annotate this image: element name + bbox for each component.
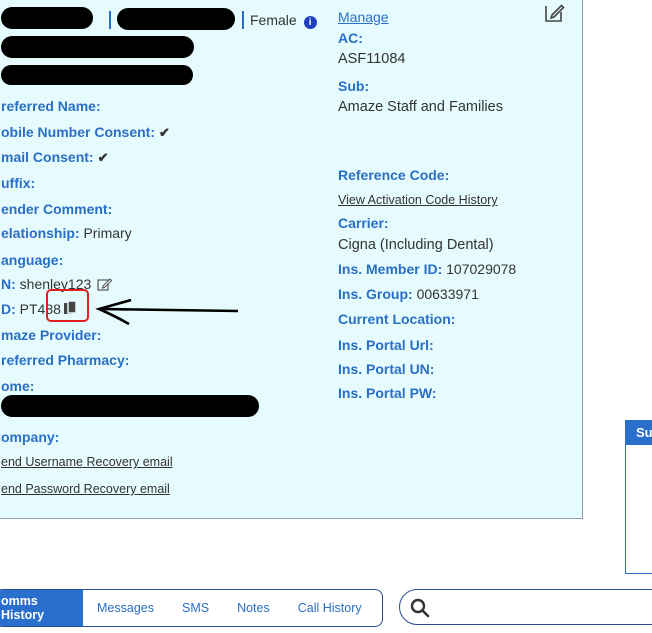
email-consent-text: mail Consent: <box>1 149 94 165</box>
header-separator <box>242 11 244 29</box>
manage-link[interactable]: Manage <box>338 9 389 25</box>
gender-comment-label: ender Comment: <box>1 201 113 217</box>
ac-value: ASF11084 <box>338 51 406 67</box>
current-location-label: Current Location: <box>338 311 456 327</box>
tab-messages[interactable]: Messages <box>83 590 168 626</box>
redacted-name-1 <box>1 7 93 29</box>
relationship-label: elationship: Primary <box>1 225 132 241</box>
redacted-email <box>1 65 193 85</box>
side-panel-title: Su <box>626 421 652 445</box>
comms-tab-bar: omms History Messages SMS Notes Call His… <box>0 589 383 627</box>
group-value: 00633971 <box>416 286 479 302</box>
reference-code-label: Reference Code: <box>338 167 450 183</box>
redacted-contact <box>1 36 194 58</box>
search-box[interactable] <box>399 589 652 625</box>
group-row: Ins. Group: 00633971 <box>338 286 479 302</box>
language-label: anguage: <box>1 252 64 268</box>
send-username-recovery-link[interactable]: end Username Recovery email <box>1 455 173 469</box>
id-label: D: <box>1 301 16 317</box>
mobile-consent-text: obile Number Consent: <box>1 124 156 140</box>
group-label: Ins. Group: <box>338 286 413 302</box>
check-icon: ✔ <box>159 125 170 140</box>
member-id-label: Ins. Member ID: <box>338 261 443 277</box>
relationship-text: elationship: <box>1 225 80 241</box>
check-icon: ✔ <box>97 150 109 165</box>
gender-label: Female i <box>250 12 317 29</box>
carrier-value: Cigna (Including Dental) <box>338 237 494 253</box>
send-password-recovery-link[interactable]: end Password Recovery email <box>1 482 170 496</box>
portal-pw-label: Ins. Portal PW: <box>338 385 437 401</box>
arrow-annotation <box>95 298 239 326</box>
side-panel: Su <box>625 420 652 574</box>
portal-un-label: Ins. Portal UN: <box>338 361 435 377</box>
edit-icon[interactable] <box>543 1 565 23</box>
mobile-consent-label: obile Number Consent: ✔ <box>1 124 170 141</box>
tab-notes[interactable]: Notes <box>223 590 284 626</box>
tab-sms[interactable]: SMS <box>168 590 223 626</box>
carrier-label: Carrier: <box>338 215 389 231</box>
patient-details-panel: Female i referred Name: obile Number Con… <box>0 0 583 519</box>
sub-label: Sub: <box>338 78 370 94</box>
tab-comms-history[interactable]: omms History <box>0 590 83 626</box>
info-icon[interactable]: i <box>303 16 317 29</box>
amaze-provider-label: maze Provider: <box>1 327 102 343</box>
member-id-value: 107029078 <box>446 261 517 277</box>
username-label: N: <box>1 276 16 292</box>
portal-url-label: Ins. Portal Url: <box>338 337 434 353</box>
view-activation-history-link[interactable]: View Activation Code History <box>338 193 498 207</box>
suffix-label: uffix: <box>1 175 36 191</box>
relationship-value: Primary <box>83 225 132 241</box>
header-separator <box>109 11 111 29</box>
edit-username-icon[interactable] <box>97 277 113 294</box>
preferred-name-label: referred Name: <box>1 98 101 114</box>
email-consent-label: mail Consent: ✔ <box>1 149 108 166</box>
search-icon[interactable] <box>410 598 430 623</box>
sub-value: Amaze Staff and Families <box>338 99 503 115</box>
tab-call-history[interactable]: Call History <box>284 590 376 626</box>
redacted-name-2 <box>117 8 235 30</box>
ac-label: AC: <box>338 30 363 46</box>
redacted-home-address <box>1 395 259 417</box>
preferred-pharmacy-label: referred Pharmacy: <box>1 352 130 368</box>
home-label: ome: <box>1 378 35 394</box>
gender-value: Female <box>250 12 297 28</box>
highlight-box-annotation <box>46 289 89 322</box>
member-id-row: Ins. Member ID: 107029078 <box>338 261 516 277</box>
company-label: ompany: <box>1 429 60 445</box>
